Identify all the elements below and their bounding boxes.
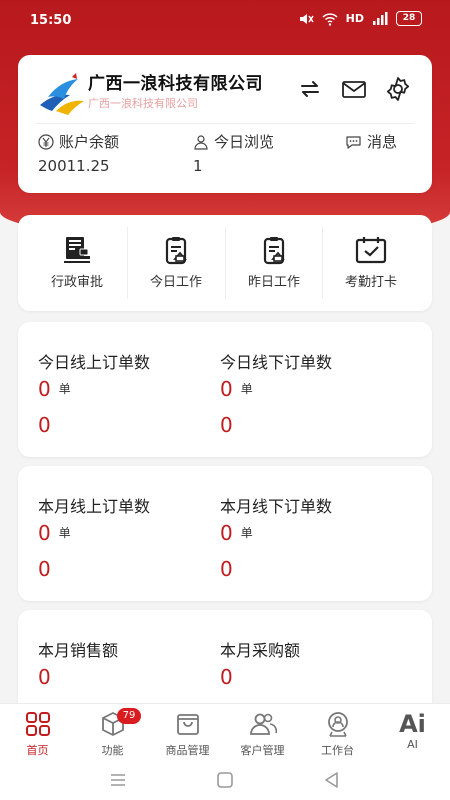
messages-stat[interactable]: 消息 — [345, 131, 397, 152]
status-icons: HD 28 — [298, 11, 422, 26]
tab-ai[interactable]: Ai AI — [375, 704, 450, 762]
home-grid-icon — [25, 712, 50, 736]
wifi-icon — [322, 12, 338, 26]
function-yesterday-work-label: 昨日工作 — [247, 275, 300, 290]
yen-icon — [38, 133, 54, 150]
function-yesterday-work[interactable]: 昨日工作 — [226, 215, 322, 311]
tab-home[interactable]: 首页 — [0, 704, 75, 762]
monthly-purchase-value: 0 — [220, 665, 233, 689]
function-attendance[interactable]: 考勤打卡 — [323, 215, 419, 311]
today-online-unit: 单 — [58, 382, 71, 396]
today-offline-count: 0 — [220, 377, 233, 401]
status-bar: 15:50 HD 28 — [0, 0, 450, 44]
account-card: 广西一浪科技有限公司 广西一浪科技有限公司 账户余额 20011.25 今日浏览… — [18, 55, 432, 193]
mute-icon — [299, 13, 314, 24]
today-offline-amount: 0 — [220, 413, 233, 437]
account-divider — [36, 123, 414, 124]
chat-icon — [346, 135, 361, 149]
user-icon — [194, 134, 208, 150]
tab-functions[interactable]: 79 功能 — [75, 704, 150, 762]
month-orders-card: 本月线上订单数 0单 0 本月线下订单数 0单 0 — [18, 466, 432, 601]
monthly-purchase[interactable]: 本月采购额 0 — [220, 637, 300, 689]
back-icon[interactable] — [320, 769, 344, 791]
calendar-check-icon — [355, 237, 387, 264]
month-online-count: 0 — [38, 521, 51, 545]
tab-workbench[interactable]: 工作台 — [300, 704, 375, 762]
users-icon — [249, 713, 277, 735]
views-stat[interactable]: 今日浏览 1 — [193, 131, 274, 175]
network-label: HD — [345, 12, 364, 25]
signal-icon — [373, 11, 388, 25]
menu-icon[interactable] — [106, 769, 130, 791]
today-online-title: 今日线上订单数 — [38, 353, 151, 372]
ai-text-icon: Ai — [399, 710, 426, 738]
tab-home-label: 首页 — [26, 744, 49, 757]
month-online-amount: 0 — [38, 557, 51, 581]
views-value: 1 — [193, 157, 203, 175]
clipboard-icon — [165, 237, 187, 265]
today-online-count: 0 — [38, 377, 51, 401]
workbench-icon — [327, 712, 348, 737]
today-orders-card: 今日线上订单数 0单 0 今日线下订单数 0单 0 — [18, 322, 432, 457]
company-name: 广西一浪科技有限公司 — [88, 74, 263, 94]
today-offline-title: 今日线下订单数 — [220, 353, 333, 372]
bag-icon — [176, 714, 199, 735]
gear-icon[interactable] — [384, 75, 412, 103]
month-online-unit: 单 — [58, 526, 71, 540]
balance-label: 账户余额 — [59, 133, 120, 151]
home-button-icon[interactable] — [213, 769, 237, 791]
tab-functions-label: 功能 — [101, 744, 124, 757]
approval-icon — [64, 237, 90, 263]
mail-icon[interactable] — [340, 75, 368, 103]
monthly-sales[interactable]: 本月销售额 0 — [38, 637, 118, 689]
tab-product-management-label: 商品管理 — [165, 744, 210, 757]
function-grid: 行政审批 今日工作 昨日工作 考勤打卡 — [18, 215, 432, 311]
company-subtitle: 广西一浪科技有限公司 — [88, 97, 198, 110]
month-offline-title: 本月线下订单数 — [220, 497, 333, 516]
bottom-tab-bar: 首页 79 功能 商品管理 客户管理 工作台 Ai AI — [0, 703, 450, 762]
today-online-orders[interactable]: 今日线上订单数 0单 0 — [38, 349, 150, 437]
status-time: 15:50 — [30, 13, 72, 28]
function-attendance-label: 考勤打卡 — [344, 275, 397, 290]
clipboard-icon — [263, 237, 285, 265]
month-offline-amount: 0 — [220, 557, 233, 581]
today-offline-unit: 单 — [240, 382, 253, 396]
tab-customer-management[interactable]: 客户管理 — [225, 704, 300, 762]
function-approval[interactable]: 行政审批 — [29, 215, 125, 311]
today-online-amount: 0 — [38, 413, 51, 437]
views-label: 今日浏览 — [214, 133, 275, 151]
tab-workbench-label: 工作台 — [321, 744, 354, 757]
switch-icon[interactable] — [296, 75, 324, 103]
month-online-title: 本月线上订单数 — [38, 497, 151, 516]
tab-ai-label: AI — [407, 738, 418, 751]
functions-badge: 79 — [117, 708, 141, 724]
monthly-sales-value: 0 — [38, 665, 51, 689]
month-offline-orders[interactable]: 本月线下订单数 0单 0 — [220, 493, 332, 581]
month-offline-unit: 单 — [240, 526, 253, 540]
today-offline-orders[interactable]: 今日线下订单数 0单 0 — [220, 349, 332, 437]
tab-product-management[interactable]: 商品管理 — [150, 704, 225, 762]
month-online-orders[interactable]: 本月线上订单数 0单 0 — [38, 493, 150, 581]
function-today-work[interactable]: 今日工作 — [128, 215, 224, 311]
balance-value: 20011.25 — [38, 157, 110, 175]
monthly-sales-title: 本月销售额 — [38, 641, 119, 660]
month-offline-count: 0 — [220, 521, 233, 545]
function-today-work-label: 今日工作 — [149, 275, 202, 290]
monthly-purchase-title: 本月采购额 — [220, 641, 301, 660]
system-nav-bar — [0, 761, 450, 800]
tab-customer-management-label: 客户管理 — [240, 744, 285, 757]
function-approval-label: 行政审批 — [50, 275, 103, 290]
company-logo — [40, 73, 84, 115]
battery-indicator: 28 — [396, 11, 422, 26]
balance-stat[interactable]: 账户余额 20011.25 — [38, 131, 119, 175]
messages-label: 消息 — [367, 133, 398, 151]
